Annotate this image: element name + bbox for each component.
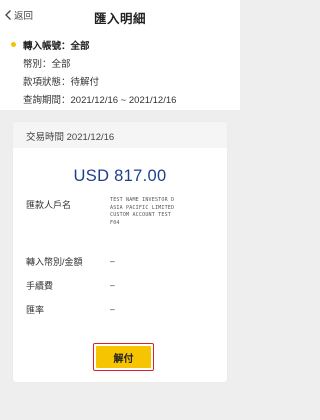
filter-currency: 幣別：全部 <box>23 59 71 70</box>
inflow-value: – <box>110 256 115 266</box>
payee-line: TEST NAME INVESTOR D <box>110 197 175 203</box>
payee-label: 匯款人戶名 <box>26 200 72 210</box>
fee-value: – <box>110 280 115 290</box>
payee-line: F04 <box>110 219 120 226</box>
payee-name: TEST NAME INVESTOR D ASIA PACIFIC LIMITE… <box>110 197 220 227</box>
amount: USD 817.00 <box>73 167 167 185</box>
bullet-icon <box>11 42 16 47</box>
pay-button[interactable]: 解付 <box>96 346 151 368</box>
transaction-time: 交易時間 2021/12/16 <box>26 132 115 143</box>
nav-bar: 返回 匯入明細 <box>0 0 240 31</box>
payee-line: CUSTOM ACCOUNT TEST <box>110 212 171 218</box>
inflow-label: 轉入幣別/金額 <box>26 257 83 267</box>
rate-label: 匯率 <box>26 305 45 315</box>
pay-button-highlight: 解付 <box>93 343 154 371</box>
filter-summary[interactable]: 轉入帳號：全部 幣別：全部 款項狀態：待解付 查詢期間：2021/12/16 ~… <box>0 30 240 110</box>
fee-label: 手續費 <box>26 281 54 291</box>
filter-status: 款項狀態：待解付 <box>23 77 100 88</box>
filter-period: 查詢期間：2021/12/16 ~ 2021/12/16 <box>23 95 177 106</box>
rate-value: – <box>110 304 115 314</box>
card-header: 交易時間 2021/12/16 <box>13 122 227 148</box>
page-title: 匯入明細 <box>93 12 146 26</box>
payee-line: ASIA PACIFIC LIMITED <box>110 204 175 211</box>
filter-account: 轉入帳號：全部 <box>23 41 90 52</box>
